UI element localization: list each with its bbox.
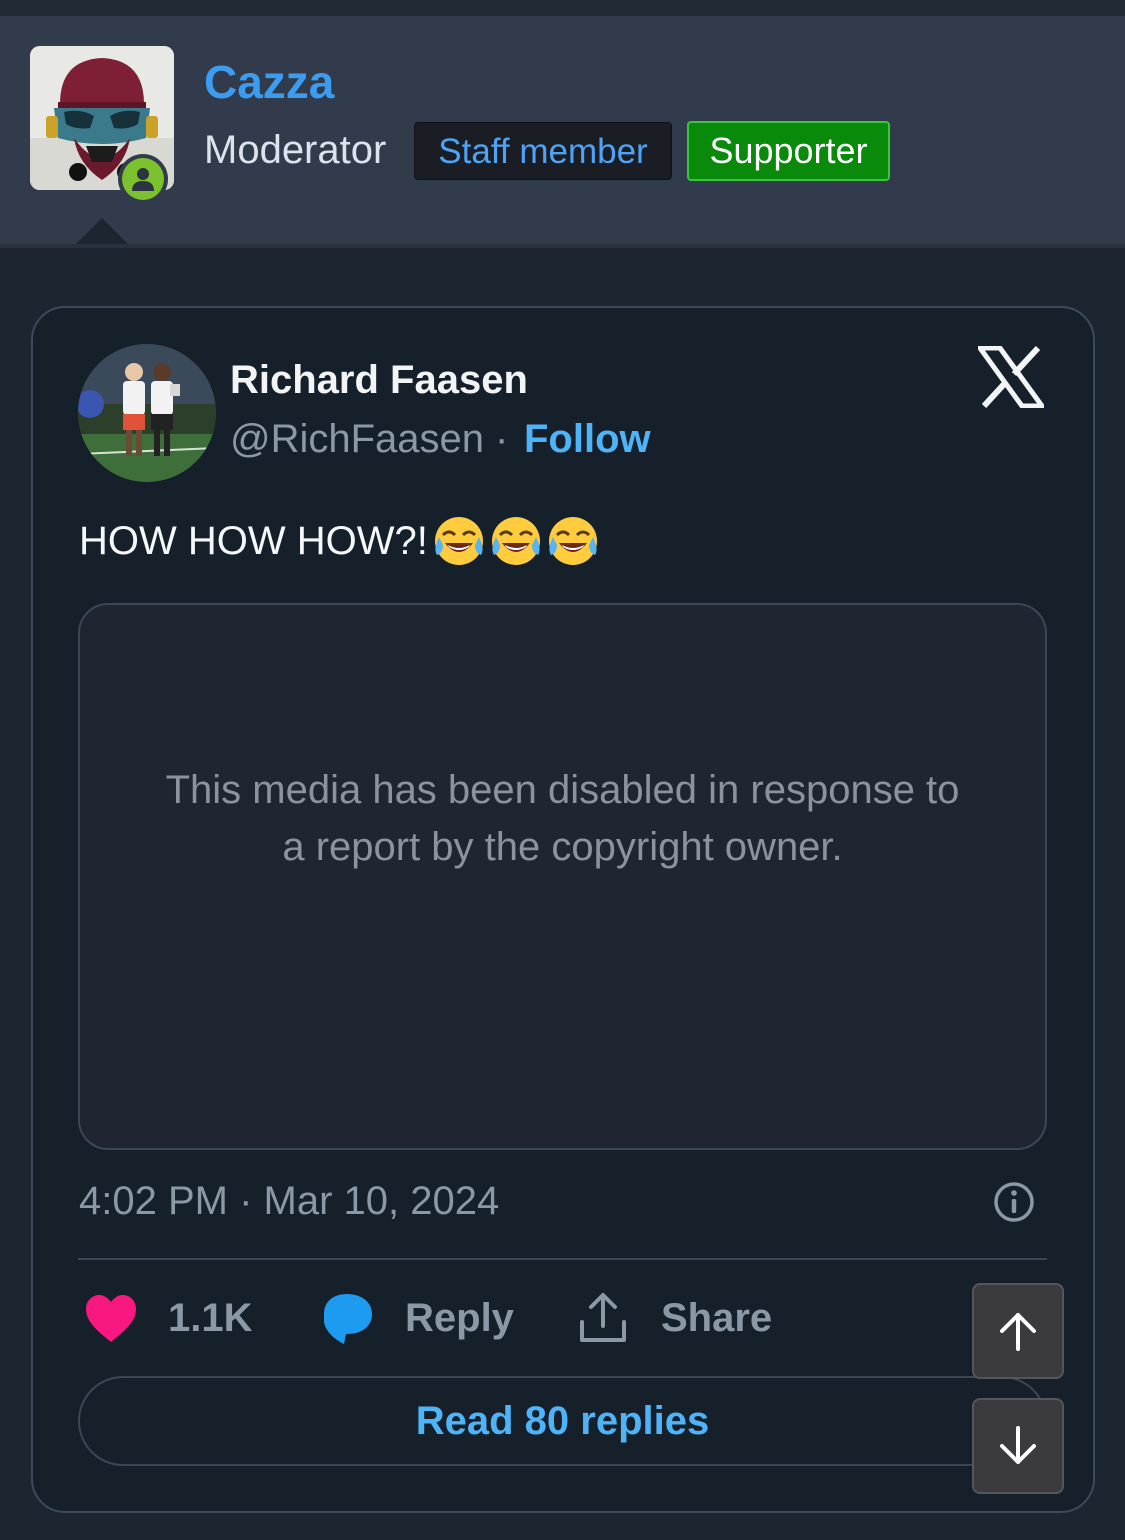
- tweet-text-content: HOW HOW HOW?!: [79, 519, 428, 563]
- laughing-emoji-icon: [548, 517, 597, 565]
- disabled-media-placeholder: [78, 603, 1047, 1150]
- reply-bubble-icon[interactable]: [318, 1290, 376, 1346]
- tweet-divider: [78, 1258, 1047, 1260]
- info-icon[interactable]: [992, 1180, 1036, 1224]
- arrow-down-icon: [1000, 1426, 1036, 1464]
- laughing-emoji-icon: [491, 517, 540, 565]
- scroll-to-top-button[interactable]: [972, 1283, 1064, 1379]
- laughing-emoji-icon: [434, 517, 483, 565]
- x-logo-icon[interactable]: [978, 346, 1044, 408]
- header-pointer: [76, 218, 128, 244]
- tweet-author-handle[interactable]: @RichFaasen: [230, 414, 484, 464]
- online-status-icon: [118, 154, 168, 204]
- top-strip: [0, 0, 1125, 16]
- like-count[interactable]: 1.1K: [168, 1293, 253, 1343]
- header-divider: [0, 244, 1125, 248]
- user-role: Moderator: [204, 128, 387, 172]
- reply-button[interactable]: Reply: [405, 1293, 514, 1343]
- arrow-up-icon: [1000, 1313, 1036, 1351]
- post-username[interactable]: Cazza: [204, 54, 334, 110]
- tweet-timestamp[interactable]: 4:02 PM · Mar 10, 2024: [79, 1176, 499, 1226]
- share-icon[interactable]: [578, 1292, 628, 1344]
- tweet-text: HOW HOW HOW?!: [79, 515, 599, 567]
- staff-member-badge: Staff member: [414, 122, 672, 180]
- read-replies-button[interactable]: Read 80 replies: [78, 1376, 1047, 1466]
- supporter-badge: Supporter: [687, 121, 890, 181]
- tweet-author-name[interactable]: Richard Faasen: [230, 355, 528, 405]
- heart-icon[interactable]: [84, 1294, 138, 1344]
- follow-button[interactable]: Follow: [524, 414, 651, 464]
- handle-separator: ·: [495, 417, 509, 461]
- tweet-author-avatar[interactable]: [78, 344, 216, 482]
- scroll-to-bottom-button[interactable]: [972, 1398, 1064, 1494]
- share-button[interactable]: Share: [661, 1293, 772, 1343]
- media-disabled-message: This media has been disabled in response…: [165, 768, 960, 869]
